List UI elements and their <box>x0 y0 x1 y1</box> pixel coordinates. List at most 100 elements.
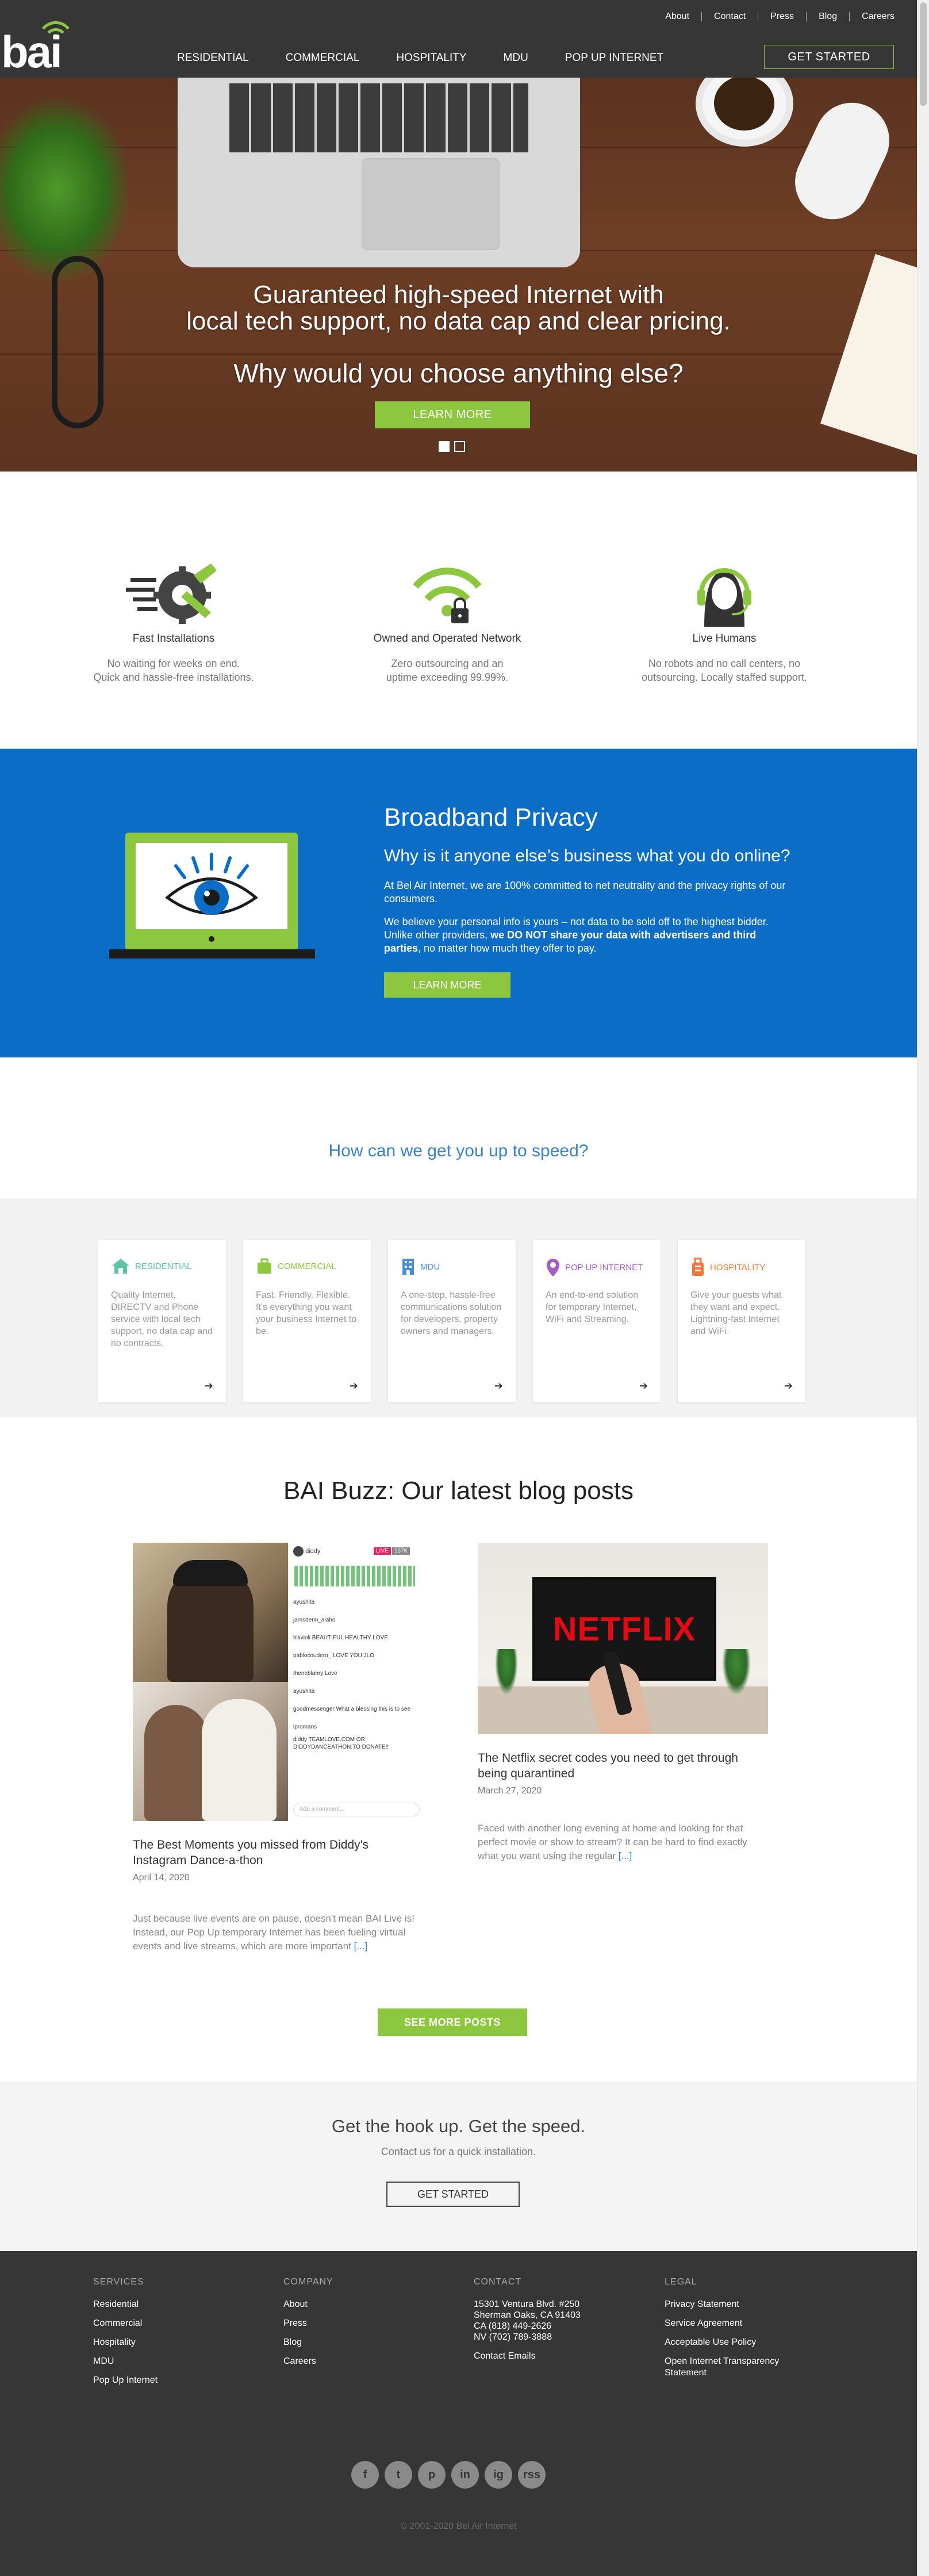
avatar <box>293 1546 304 1557</box>
get-started-button[interactable]: GET STARTED <box>764 45 894 69</box>
footer-link-hospitality[interactable]: Hospitality <box>93 2337 254 2348</box>
comment: theneblahry Love <box>293 1670 337 1677</box>
main-nav: RESIDENTIAL COMMERCIAL HOSPITALITY MDU P… <box>177 52 700 64</box>
nav-hospitality[interactable]: HOSPITALITY <box>396 52 466 64</box>
post-excerpt-text: Just because live events are on pause, d… <box>133 1913 414 1952</box>
coffee-cup-image <box>696 78 793 147</box>
service-card-commercial[interactable]: COMMERCIAL Fast. Friendly. Flexible. It'… <box>243 1240 371 1402</box>
nav-mdu[interactable]: MDU <box>504 52 528 64</box>
service-card-mdu[interactable]: MDU A one-stop, hassle-free communicatio… <box>388 1240 516 1402</box>
person-silhouette <box>202 1699 277 1821</box>
top-link-about[interactable]: About <box>653 12 701 22</box>
nav-pop-up-internet[interactable]: POP UP INTERNET <box>565 52 663 64</box>
footer-heading: SERVICES <box>93 2277 144 2287</box>
footer-link-blog[interactable]: Blog <box>283 2337 444 2348</box>
bai-logo[interactable]: bai <box>1 16 70 75</box>
map-pin-wifi-icon <box>547 1259 559 1276</box>
top-link-blog[interactable]: Blog <box>807 12 849 22</box>
instagram-live-panel: diddy LIVE 157K ayushita jamsdenn_alaho … <box>288 1543 423 1821</box>
service-card-residential[interactable]: RESIDENTIAL Quality Internet, DIRECTV an… <box>98 1240 226 1402</box>
footer-link-careers[interactable]: Careers <box>283 2356 444 2367</box>
comment: blkvioli BEAUTIFUL HEALTHY LOVE <box>293 1635 388 1641</box>
netflix-logo: NETFLIX <box>552 1610 696 1648</box>
instagram-icon[interactable]: ig <box>485 2461 512 2489</box>
video-frame-top <box>133 1543 288 1682</box>
footer-link-contact-emails[interactable]: Contact Emails <box>474 2351 635 2362</box>
facebook-icon[interactable]: f <box>351 2461 379 2489</box>
comment: jamsdenn_alaho <box>293 1617 336 1623</box>
laptop-screen <box>136 843 287 929</box>
feature-desc: No waiting for weeks on end. Quick and h… <box>64 657 283 684</box>
contact-line: 15301 Ventura Blvd. #250 <box>474 2299 580 2309</box>
feature-owned-network: Owned and Operated Network Zero outsourc… <box>338 558 556 684</box>
footer-services: SERVICES Residential Commercial Hospital… <box>93 2277 254 2394</box>
footer-link-commercial[interactable]: Commercial <box>93 2318 254 2329</box>
slider-dot-2[interactable] <box>454 441 465 452</box>
house-icon <box>112 1259 129 1274</box>
pinterest-icon[interactable]: p <box>418 2461 446 2489</box>
linkedin-icon[interactable]: in <box>451 2461 479 2489</box>
footer-heading: CONTACT <box>474 2277 522 2287</box>
laptop-camera-dot <box>209 936 214 942</box>
arrow-right-icon[interactable]: ➔ <box>494 1380 503 1392</box>
post-image-netflix[interactable]: NETFLIX <box>478 1543 768 1734</box>
arrow-right-icon[interactable]: ➔ <box>350 1380 358 1392</box>
post-title[interactable]: The Best Moments you missed from Diddy's… <box>133 1837 423 1868</box>
contact-phone-nv[interactable]: NV (702) 789-3888 <box>474 2332 635 2343</box>
footer-link-service-agreement[interactable]: Service Agreement <box>665 2318 803 2329</box>
hero-learn-more-button[interactable]: LEARN MORE <box>375 401 530 428</box>
comment: lpromans <box>293 1724 317 1730</box>
scrollbar[interactable] <box>917 0 929 2576</box>
footer-link-mdu[interactable]: MDU <box>93 2356 254 2367</box>
post-title[interactable]: The Netflix secret codes you need to get… <box>478 1750 768 1781</box>
scrollbar-thumb[interactable] <box>920 2 927 106</box>
service-card-hospitality[interactable]: HOSPITALITY Give your guests what they w… <box>678 1240 805 1402</box>
read-more-link[interactable]: [...] <box>619 1850 632 1861</box>
footer-link-pop-up-internet[interactable]: Pop Up Internet <box>93 2375 254 2386</box>
comment: diddy TEAMLOVE.COM OR DIDDYDANCEATHON.TO… <box>293 1736 389 1750</box>
footer-link-open-internet[interactable]: Open Internet Transparency Statement <box>665 2356 803 2379</box>
emoji-row <box>294 1566 415 1586</box>
privacy-learn-more-button[interactable]: LEARN MORE <box>384 972 510 998</box>
top-link-careers[interactable]: Careers <box>850 12 907 22</box>
contact-phone-ca[interactable]: CA (818) 449-2626 <box>474 2321 635 2332</box>
nav-residential[interactable]: RESIDENTIAL <box>177 52 249 64</box>
top-link-contact[interactable]: Contact <box>702 12 758 22</box>
footer-link-press[interactable]: Press <box>283 2318 444 2329</box>
blog-post-2[interactable]: NETFLIX The Netflix secret codes you nee… <box>478 1543 768 1863</box>
arrow-right-icon[interactable]: ➔ <box>205 1380 213 1392</box>
hero-line-1: Guaranteed high-speed Internet with <box>253 281 664 309</box>
speed-heading: How can we get you up to speed? <box>328 1141 589 1160</box>
copyright: © 2001-2020 Bel Air Internet <box>400 2521 517 2531</box>
cta-get-started-button[interactable]: GET STARTED <box>386 2182 520 2207</box>
twitter-icon[interactable]: t <box>385 2461 412 2489</box>
wifi-lock-icon <box>338 558 556 630</box>
social-links: f t p in ig rss <box>351 2461 546 2489</box>
footer-link-acceptable-use[interactable]: Acceptable Use Policy <box>665 2337 803 2348</box>
footer-link-privacy[interactable]: Privacy Statement <box>665 2299 803 2310</box>
comment: ayushita <box>293 1599 315 1605</box>
blog-post-1[interactable]: diddy LIVE 157K ayushita jamsdenn_alaho … <box>133 1543 423 1953</box>
slider-dot-1[interactable] <box>439 441 450 452</box>
rss-icon[interactable]: rss <box>518 2461 546 2489</box>
read-more-link[interactable]: [...] <box>354 1941 368 1952</box>
card-label: MDU <box>420 1262 440 1272</box>
arrow-right-icon[interactable]: ➔ <box>784 1380 793 1392</box>
card-label: COMMERCIAL <box>278 1261 336 1271</box>
nav-commercial[interactable]: COMMERCIAL <box>286 52 360 64</box>
arrow-right-icon[interactable]: ➔ <box>639 1380 648 1392</box>
footer-link-residential[interactable]: Residential <box>93 2299 254 2310</box>
slider-dots <box>439 441 465 452</box>
post-image-instagram[interactable]: diddy LIVE 157K ayushita jamsdenn_alaho … <box>133 1543 423 1821</box>
comment-input[interactable]: Add a comment... <box>293 1803 420 1816</box>
plant-right <box>722 1649 751 1695</box>
see-more-posts-button[interactable]: SEE MORE POSTS <box>378 2008 527 2036</box>
footer-company: COMPANY About Press Blog Careers <box>283 2277 444 2375</box>
top-link-press[interactable]: Press <box>758 12 806 22</box>
laptop-base <box>109 949 315 959</box>
footer-link-about[interactable]: About <box>283 2299 444 2310</box>
feature-desc-line: uptime exceeding 99.99%. <box>386 672 509 683</box>
laptop-eye-illustration <box>125 833 298 950</box>
service-card-pop-up-internet[interactable]: POP UP INTERNET An end-to-end solution f… <box>533 1240 661 1402</box>
post-date: March 27, 2020 <box>478 1786 542 1796</box>
